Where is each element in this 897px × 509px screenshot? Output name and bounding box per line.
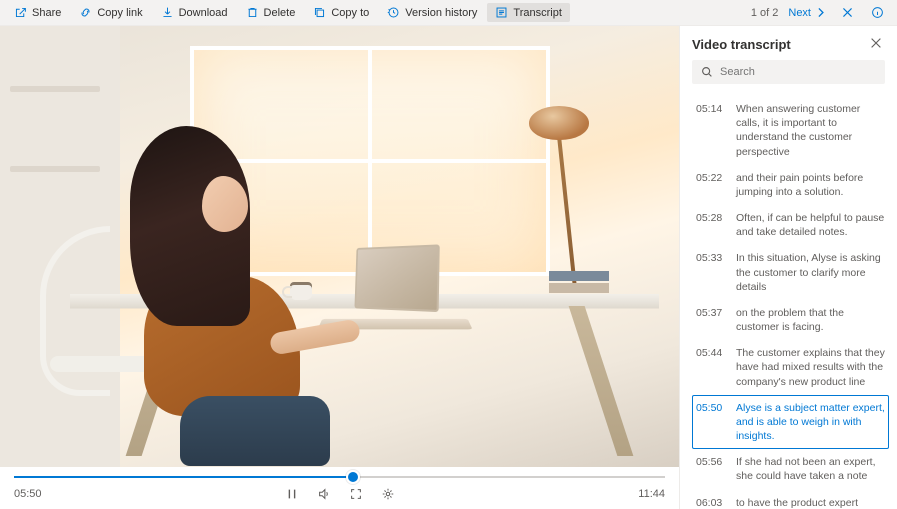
transcript-panel: Video transcript 05:14 When answering cus… xyxy=(679,26,897,509)
download-label: Download xyxy=(179,7,228,19)
copylink-label: Copy link xyxy=(97,7,142,19)
transcript-timestamp: 05:44 xyxy=(696,346,726,389)
time-current: 05:50 xyxy=(14,488,42,500)
version-label: Version history xyxy=(405,7,477,19)
video-area: 05:50 11:44 xyxy=(0,26,679,509)
transcript-timestamp: 05:33 xyxy=(696,251,726,294)
info-icon xyxy=(871,6,884,19)
transcript-text: Alyse is a subject matter expert, and is… xyxy=(736,401,885,444)
transcript-timestamp: 05:28 xyxy=(696,211,726,239)
page-position: 1 of 2 xyxy=(751,7,779,19)
close-preview-button[interactable] xyxy=(837,3,857,23)
video-controls: 05:50 11:44 xyxy=(0,467,679,509)
transcript-title: Video transcript xyxy=(692,37,791,52)
copy-icon xyxy=(313,6,326,19)
transcript-text: In this situation, Alyse is asking the c… xyxy=(736,251,885,294)
transcript-text: on the problem that the customer is faci… xyxy=(736,306,885,334)
transcript-entry[interactable]: 05:44 The customer explains that they hav… xyxy=(692,340,889,395)
search-icon xyxy=(700,65,714,79)
chevron-right-icon xyxy=(814,6,827,19)
close-transcript-button[interactable] xyxy=(869,36,885,52)
transcript-button[interactable]: Transcript xyxy=(487,3,570,22)
copyto-button[interactable]: Copy to xyxy=(305,3,377,22)
video-frame[interactable] xyxy=(0,26,679,467)
download-icon xyxy=(161,6,174,19)
transcript-search-input[interactable] xyxy=(720,66,877,78)
transcript-entry[interactable]: 05:28 Often, if can be helpful to pause a… xyxy=(692,205,889,245)
transcript-entry[interactable]: 05:14 When answering customer calls, it i… xyxy=(692,96,889,165)
transcript-timestamp: 06:03 xyxy=(696,496,726,509)
link-icon xyxy=(79,6,92,19)
version-history-button[interactable]: Version history xyxy=(379,3,485,22)
transcript-entry[interactable]: 06:03 to have the product expert follow u… xyxy=(692,490,889,509)
transcript-entry[interactable]: 05:56 If she had not been an expert, she … xyxy=(692,449,889,489)
transcript-entry[interactable]: 05:22 and their pain points before jumpin… xyxy=(692,165,889,205)
transcript-timestamp: 05:56 xyxy=(696,455,726,483)
next-button[interactable]: Next xyxy=(788,6,827,19)
delete-icon xyxy=(246,6,259,19)
transcript-entry[interactable]: 05:50 Alyse is a subject matter expert, a… xyxy=(692,395,889,450)
history-icon xyxy=(387,6,400,19)
transcript-label: Transcript xyxy=(513,7,562,19)
scene-person xyxy=(70,126,330,466)
share-button[interactable]: Share xyxy=(6,3,69,22)
transcript-timestamp: 05:14 xyxy=(696,102,726,159)
progress-thumb[interactable] xyxy=(346,470,360,484)
settings-button[interactable] xyxy=(381,487,395,501)
top-toolbar: Share Copy link Download Delete Copy to … xyxy=(0,0,897,26)
transcript-text: If she had not been an expert, she could… xyxy=(736,455,885,483)
transcript-entry[interactable]: 05:33 In this situation, Alyse is asking … xyxy=(692,245,889,300)
close-icon xyxy=(869,36,883,50)
delete-label: Delete xyxy=(264,7,296,19)
progress-track xyxy=(14,476,665,478)
transcript-text: to have the product expert follow up wit… xyxy=(736,496,885,509)
time-duration: 11:44 xyxy=(638,488,665,500)
volume-button[interactable] xyxy=(317,487,331,501)
transcript-timestamp: 05:37 xyxy=(696,306,726,334)
progress-bar[interactable] xyxy=(14,469,665,485)
scene-lamp xyxy=(519,76,609,276)
copylink-button[interactable]: Copy link xyxy=(71,3,150,22)
transcript-text: and their pain points before jumping int… xyxy=(736,171,885,199)
fullscreen-button[interactable] xyxy=(349,487,363,501)
transcript-icon xyxy=(495,6,508,19)
transcript-entries: 05:14 When answering customer calls, it i… xyxy=(680,92,897,509)
toolbar-right: 1 of 2 Next xyxy=(751,3,891,23)
transcript-timestamp: 05:50 xyxy=(696,401,726,444)
pause-button[interactable] xyxy=(285,487,299,501)
close-icon xyxy=(841,6,854,19)
copyto-label: Copy to xyxy=(331,7,369,19)
transcript-timestamp: 05:22 xyxy=(696,171,726,199)
share-icon xyxy=(14,6,27,19)
transcript-search[interactable] xyxy=(692,60,885,84)
transcript-text: When answering customer calls, it is imp… xyxy=(736,102,885,159)
next-label: Next xyxy=(788,7,811,19)
delete-button[interactable]: Delete xyxy=(238,3,304,22)
transcript-entry[interactable]: 05:37 on the problem that the customer is… xyxy=(692,300,889,340)
info-button[interactable] xyxy=(867,3,887,23)
share-label: Share xyxy=(32,7,61,19)
transcript-text: The customer explains that they have had… xyxy=(736,346,885,389)
download-button[interactable]: Download xyxy=(153,3,236,22)
main-area: 05:50 11:44 Video transcript xyxy=(0,26,897,509)
transcript-text: Often, if can be helpful to pause and ta… xyxy=(736,211,885,239)
progress-fill xyxy=(14,476,353,478)
